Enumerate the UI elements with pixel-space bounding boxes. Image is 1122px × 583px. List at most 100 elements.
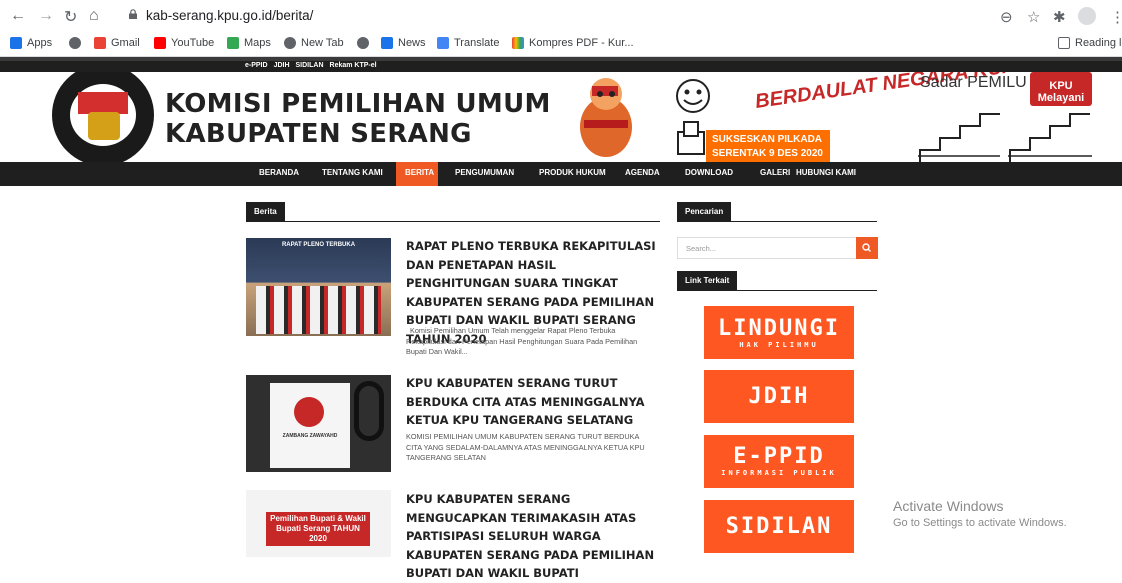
nav-berita[interactable]: BERITA <box>405 168 434 177</box>
browser-toolbar: ← → ↻ ⌂ kab-serang.kpu.go.id/berita/ ⊖ ☆… <box>0 0 1122 34</box>
globe-icon <box>69 37 81 49</box>
nav-hubungi-kami[interactable]: HUBUNGI KAMI <box>796 168 856 177</box>
post-excerpt: Komisi Pemilihan Umum Telah menggelar Ra… <box>406 326 638 356</box>
search-button[interactable] <box>856 237 878 259</box>
promo-eppid[interactable]: E-PPID INFORMASI PUBLIK <box>704 435 854 488</box>
sidebar-divider <box>677 290 877 291</box>
promo-sidilan[interactable]: SIDILAN <box>704 500 854 553</box>
post-thumbnail[interactable]: RAPAT PLENO TERBUKA <box>246 238 391 336</box>
sadar-pemilu-logo: Sadar PEMILU <box>920 74 1027 91</box>
pdf-icon <box>512 37 524 49</box>
nav-download[interactable]: DOWNLOAD <box>685 168 733 177</box>
promo-jdih[interactable]: JDIH <box>704 370 854 423</box>
activate-windows-watermark: Activate Windows Go to Settings to activ… <box>893 498 1067 529</box>
bookmark-apps[interactable]: Apps <box>10 37 52 49</box>
bookmark-kompres-pdf[interactable]: Kompres PDF - Kur... <box>512 37 634 49</box>
promo-sub-text: HAK PILIHMU <box>739 341 819 349</box>
black-ribbon-icon <box>354 381 384 441</box>
reading-list[interactable]: Reading lis <box>1058 37 1122 49</box>
bookmark-globe[interactable] <box>69 37 81 49</box>
back-arrow-icon[interactable]: ← <box>10 7 26 25</box>
bookmark-globe[interactable] <box>357 37 369 49</box>
promo-main-text: JDIH <box>748 384 810 409</box>
top-link-rekam-ktp[interactable]: Rekam KTP-el <box>330 62 377 69</box>
section-title-berita: Berita <box>246 202 285 222</box>
globe-icon <box>284 37 296 49</box>
nav-agenda[interactable]: AGENDA <box>625 168 660 177</box>
garuda-emblem-icon <box>88 112 120 140</box>
logo-red-band <box>78 92 128 114</box>
thumbnail-caption: RAPAT PLENO TERBUKA <box>281 242 356 248</box>
promo-main-text: LINDUNGI <box>718 316 840 341</box>
promo-sub-text: INFORMASI PUBLIK <box>721 469 837 477</box>
bookmark-label: Translate <box>454 37 500 49</box>
nav-pengumuman[interactable]: PENGUMUMAN <box>455 168 514 177</box>
apps-grid-icon <box>10 37 22 49</box>
url-text[interactable]: kab-serang.kpu.go.id/berita/ <box>146 8 313 23</box>
maps-icon <box>227 37 239 49</box>
bookmark-news[interactable]: News <box>381 37 426 49</box>
site-title-line2: KABUPATEN SERANG <box>165 119 472 149</box>
thumbnail-caption: Pemilihan Bupati & Wakil Bupati Serang T… <box>266 512 370 546</box>
nav-tentang-kami[interactable]: TENTANG KAMI <box>322 168 383 177</box>
sukseskan-pilkada-banner: SUKSESKAN PILKADA SERENTAK 9 DES 2020 <box>706 130 830 162</box>
section-divider <box>246 221 660 222</box>
nav-produk-hukum[interactable]: PRODUK HUKUM <box>539 168 606 177</box>
promo-main-text: E-PPID <box>733 444 825 469</box>
top-link-eppid[interactable]: e-PPID <box>245 62 268 69</box>
promo-main-text: SIDILAN <box>725 514 833 539</box>
bookmark-label: Gmail <box>111 37 140 49</box>
bookmark-youtube[interactable]: YouTube <box>154 37 214 49</box>
utility-links: e-PPID JDIH SIDILAN Rekam KTP-el <box>245 62 377 69</box>
translate-icon <box>437 37 449 49</box>
reading-list-label: Reading lis <box>1075 37 1122 49</box>
post-title[interactable]: KPU KABUPATEN SERANG MENGUCAPKAN TERIMAK… <box>406 490 656 583</box>
forward-arrow-icon[interactable]: → <box>38 7 54 25</box>
post-thumbnail[interactable]: ZAMBANG ZAWAYAHD <box>246 375 391 472</box>
sidebar-title-pencarian: Pencarian <box>677 202 732 222</box>
bookmark-label: YouTube <box>171 37 215 49</box>
stairs-illustration <box>918 113 1092 162</box>
watermark-subtitle: Go to Settings to activate Windows. <box>893 517 1067 529</box>
mascot-illustration <box>580 78 632 157</box>
menu-icon[interactable]: ⋮ <box>1110 8 1122 26</box>
star-icon[interactable]: ☆ <box>1027 8 1040 26</box>
google-icon <box>94 37 106 49</box>
nav-beranda[interactable]: BERANDA <box>259 168 299 177</box>
site-title-line1: KOMISI PEMILIHAN UMUM <box>165 89 551 119</box>
search-icon <box>862 243 871 252</box>
ballot-box-icon <box>677 121 705 155</box>
bookmark-label: New Tab <box>301 37 344 49</box>
top-link-jdih[interactable]: JDIH <box>274 62 290 69</box>
post-title[interactable]: KPU KABUPATEN SERANG TURUT BERDUKA CITA … <box>406 374 656 430</box>
group-photo <box>256 286 381 334</box>
top-link-sidilan[interactable]: SIDILAN <box>296 62 324 69</box>
condolence-name: ZAMBANG ZAWAYAHD <box>282 433 338 439</box>
globe-icon <box>357 37 369 49</box>
promo-lindungi[interactable]: LINDUNGI HAK PILIHMU <box>704 306 854 359</box>
profile-avatar[interactable] <box>1078 7 1096 25</box>
bookmark-label: Kompres PDF - Kur... <box>529 37 634 49</box>
post-excerpt: KOMISI PEMILIHAN UMUM KABUPATEN SERANG T… <box>406 432 645 462</box>
bookmark-translate[interactable]: Translate <box>437 37 499 49</box>
zoom-icon[interactable]: ⊖ <box>1000 8 1013 26</box>
kpu-melayani-logo: KPU Melayani <box>1030 72 1092 106</box>
search-input[interactable]: Search... <box>677 237 857 259</box>
bookmark-maps[interactable]: Maps <box>227 37 271 49</box>
bookmark-label: News <box>398 37 426 49</box>
reload-icon[interactable]: ↻ <box>64 7 77 27</box>
post-thumbnail[interactable]: Pemilihan Bupati & Wakil Bupati Serang T… <box>246 490 391 557</box>
reading-list-icon <box>1058 37 1070 49</box>
extensions-icon[interactable]: ✱ <box>1053 8 1066 26</box>
site-title: KOMISI PEMILIHAN UMUM KABUPATEN SERANG <box>165 89 551 149</box>
bookmark-label: Apps <box>27 37 53 49</box>
nav-galeri[interactable]: GALERI <box>760 168 790 177</box>
bookmark-newtab[interactable]: New Tab <box>284 37 344 49</box>
sidebar-divider <box>677 221 877 222</box>
lock-icon <box>129 9 137 19</box>
youtube-icon <box>154 37 166 49</box>
site-banner: KOMISI PEMILIHAN UMUM KABUPATEN SERANG B… <box>0 72 1122 162</box>
utility-bar <box>0 61 1122 72</box>
home-icon[interactable]: ⌂ <box>89 7 99 25</box>
bookmark-gmail[interactable]: Gmail <box>94 37 140 49</box>
